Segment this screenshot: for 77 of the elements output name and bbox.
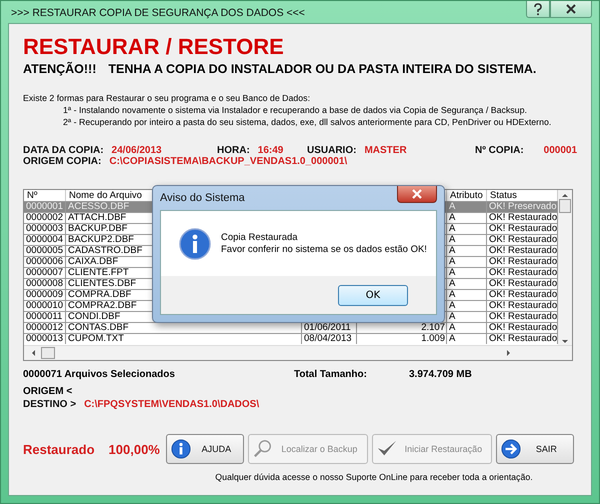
- progress-value: 100,00%: [108, 442, 160, 456]
- close-icon: [410, 188, 424, 200]
- info-label: DATA DA COPIA:: [23, 145, 104, 156]
- scroll-thumb[interactable]: [559, 199, 572, 213]
- help-button[interactable]: [526, 1, 550, 18]
- table-cell[interactable]: 0000002: [24, 212, 66, 223]
- table-cell[interactable]: 1.009: [357, 333, 447, 344]
- action-button[interactable]: SAIR: [496, 434, 574, 464]
- selected-count: 0000071 Arquivos Selecionados: [23, 369, 176, 380]
- table-cell[interactable]: A: [447, 212, 487, 223]
- table-cell[interactable]: A: [447, 245, 487, 256]
- warning-label: ATENÇÃO!!!: [23, 62, 96, 76]
- warning-text: TENHA A COPIA DO INSTALADOR OU DA PASTA INTEIRA DO SISTEMA.: [108, 62, 536, 76]
- intro-text: Existe 2 formas para Restaurar o seu programa e o seu Banco de Dados:: [23, 92, 312, 104]
- table-cell[interactable]: 0000013: [24, 333, 66, 344]
- footer-text: Qualquer dúvida acesse o nosso Suporte OnLine para receber toda a orientação.: [214, 472, 534, 482]
- info-icon: [170, 439, 191, 459]
- info-value: 16:49: [258, 145, 284, 156]
- column-header[interactable]: Atributo: [447, 190, 487, 201]
- table-cell[interactable]: 0000012: [24, 322, 66, 333]
- info-icon: [179, 228, 211, 260]
- magnifier-icon: [252, 439, 273, 459]
- ok-button[interactable]: OK: [338, 284, 408, 306]
- path-value: C:\FPQSYSTEM\VENDAS1.0\DADOS\: [84, 399, 260, 410]
- table-cell[interactable]: 0000003: [24, 223, 66, 234]
- table-cell[interactable]: A: [447, 223, 487, 234]
- info-label: USUARIO:: [307, 145, 356, 156]
- table-cell[interactable]: 0000007: [24, 267, 66, 278]
- total-value: 3.974.709 MB: [409, 369, 472, 380]
- info-value: MASTER: [364, 145, 407, 156]
- table-cell[interactable]: 0000010: [24, 300, 66, 311]
- table-cell[interactable]: 0000005: [24, 245, 66, 256]
- option-text: 2ª - Recuperando por inteiro a pasta do seu sistema, dados, exe, dll salvos anteriormente para CD, PenDriver ou HDExterno.: [62, 116, 552, 128]
- table-cell[interactable]: 08/04/2013: [302, 333, 357, 344]
- progress-label: Restaurado: [23, 442, 95, 456]
- table-cell[interactable]: 0000011: [24, 311, 66, 322]
- table-cell[interactable]: A: [447, 300, 487, 311]
- table-cell[interactable]: 0000009: [24, 289, 66, 300]
- table-cell[interactable]: A: [447, 289, 487, 300]
- table-cell[interactable]: 0000008: [24, 278, 66, 289]
- dialog-message: Favor conferir no sistema se os dados estão OK!: [221, 244, 427, 256]
- total-label: Total Tamanho:: [294, 369, 368, 380]
- dialog-message: Copia Restaurada: [221, 232, 299, 244]
- table-cell[interactable]: A: [447, 267, 487, 278]
- help-icon: [531, 2, 545, 16]
- page-heading: RESTAURAR / RESTORE: [23, 34, 285, 59]
- dialog-title: Aviso do Sistema: [160, 191, 245, 204]
- info-label: Nº COPIA:: [475, 145, 524, 156]
- close-icon: [564, 2, 578, 16]
- table-cell[interactable]: 0000006: [24, 256, 66, 267]
- info-label: ORIGEM COPIA:: [23, 156, 102, 167]
- scroll-left-icon: [30, 348, 37, 358]
- column-header[interactable]: Status: [487, 190, 558, 201]
- vertical-scrollbar[interactable]: [558, 190, 572, 345]
- scroll-thumb[interactable]: [41, 347, 55, 359]
- table-cell[interactable]: A: [447, 256, 487, 267]
- option-text: 1ª - Instalando novamente o sistema via Instalador e recuperando a base de dados via Copia de Segurança / Backsup.: [62, 104, 528, 116]
- table-cell[interactable]: A: [447, 278, 487, 289]
- info-label: HORA:: [217, 145, 250, 156]
- horizontal-scrollbar[interactable]: [24, 345, 572, 360]
- window-title: >>> RESTAURAR COPIA DE SEGURANÇA DOS DADOS <<<: [10, 6, 305, 19]
- scroll-right-icon: [505, 348, 512, 358]
- close-button[interactable]: [550, 1, 592, 18]
- action-button[interactable]: AJUDA: [166, 434, 244, 464]
- table-cell[interactable]: CUPOM.TXT: [66, 333, 302, 344]
- arrow-right-icon: [500, 439, 521, 459]
- info-value: 000001: [544, 145, 578, 156]
- close-button[interactable]: [397, 186, 437, 203]
- table-cell[interactable]: A: [447, 322, 487, 333]
- table-cell[interactable]: A: [447, 234, 487, 245]
- source-label: ORIGEM <: [23, 386, 74, 397]
- table-cell[interactable]: A: [447, 311, 487, 322]
- path-value: C:\COPIASISTEMA\BACKUP_VENDAS1.0_000001\: [109, 156, 348, 167]
- info-value: 24/06/2013: [112, 145, 162, 156]
- destination-label: DESTINO >: [23, 399, 76, 410]
- table-cell[interactable]: A: [447, 333, 487, 344]
- table-cell[interactable]: 0000004: [24, 234, 66, 245]
